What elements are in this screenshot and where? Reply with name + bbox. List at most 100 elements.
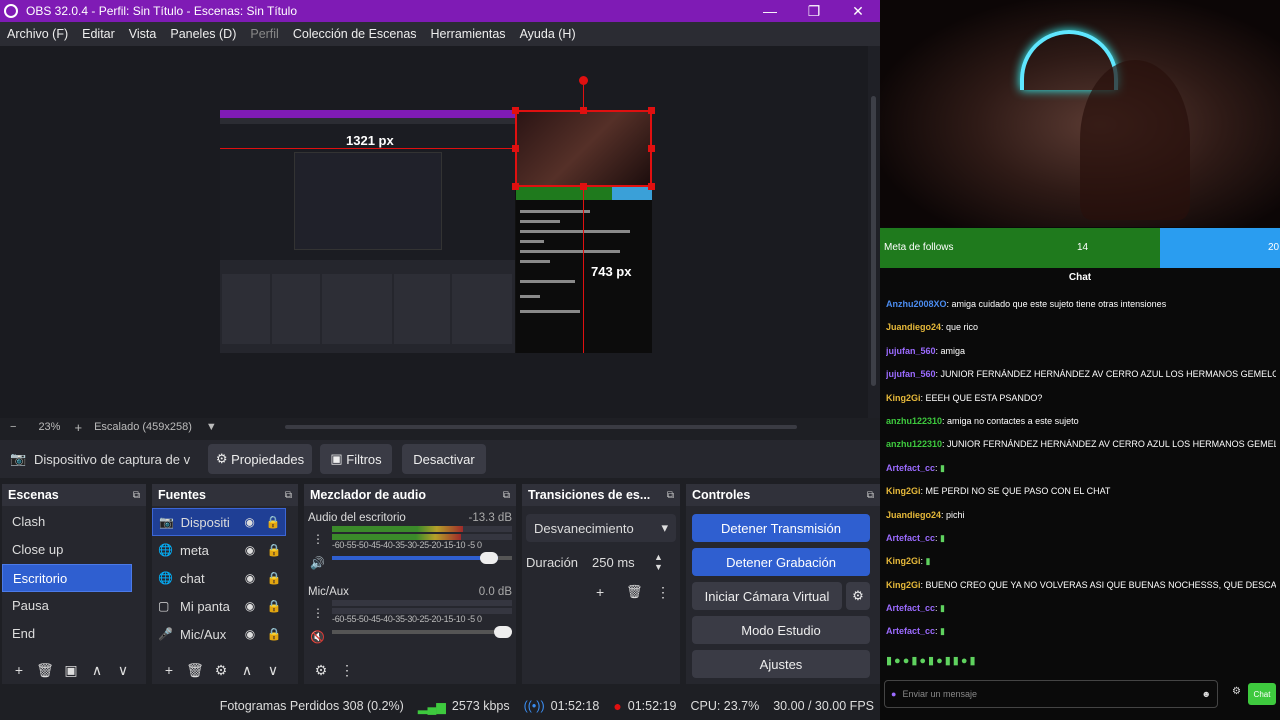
menu-profile[interactable]: Perfil (243, 27, 285, 41)
eye-icon[interactable]: ◉ (238, 543, 262, 557)
volume-slider-knob[interactable] (479, 552, 498, 564)
scale-mode-dropdown-icon[interactable]: ▼ (206, 421, 217, 433)
resize-handle[interactable] (580, 183, 587, 190)
settings-icon[interactable]: ⚙ (1232, 686, 1241, 697)
resize-handle[interactable] (648, 107, 655, 114)
popout-icon[interactable]: ⧉ (667, 490, 674, 501)
duration-spinner-icon[interactable]: ▲ ▼ (654, 552, 663, 572)
duration-input[interactable]: 250 ms (592, 555, 654, 570)
stop-streaming-button[interactable]: Detener Transmisión (692, 514, 870, 542)
source-item[interactable]: 🌐 chat ◉ 🔒 (152, 564, 298, 592)
lock-icon[interactable]: 🔒 (262, 571, 286, 585)
add-transition-icon[interactable]: + (596, 584, 604, 600)
chat-input[interactable]: ● Enviar un mensaje ☻ (884, 680, 1218, 708)
preview-horizontal-scrollbar[interactable] (285, 425, 797, 429)
chat-username[interactable]: anzhu122310 (886, 439, 942, 449)
maximize-button[interactable]: ❐ (792, 3, 836, 20)
volume-slider[interactable] (332, 626, 512, 638)
resize-handle[interactable] (580, 107, 587, 114)
eye-icon[interactable]: ◉ (238, 515, 262, 529)
source-item-selected[interactable]: 📷 Dispositi ◉ 🔒 (152, 508, 286, 536)
trash-icon[interactable]: 🗑 (626, 584, 643, 600)
menu-tools[interactable]: Herramientas (424, 27, 513, 41)
source-item[interactable]: ▢ Mi panta ◉ 🔒 (152, 592, 298, 620)
deactivate-button[interactable]: Desactivar (402, 444, 486, 474)
menu-docks[interactable]: Paneles (D) (163, 27, 243, 41)
speaker-icon[interactable]: 🔊 (310, 556, 325, 570)
lock-icon[interactable]: 🔒 (262, 627, 286, 641)
selection-box[interactable] (515, 110, 652, 187)
properties-button[interactable]: ⚙ Propiedades (208, 444, 312, 474)
more-options-icon[interactable]: ⋮ (656, 584, 670, 601)
advanced-audio-icon[interactable]: ⚙ (308, 662, 334, 679)
more-options-icon[interactable]: ⋮ (312, 606, 324, 620)
resize-handle[interactable] (648, 145, 655, 152)
scene-item[interactable]: Close up (2, 536, 146, 564)
chat-username[interactable]: Artefact_cc (886, 463, 935, 473)
muted-speaker-icon[interactable]: 🔇 (310, 630, 325, 644)
menu-help[interactable]: Ayuda (H) (513, 27, 583, 41)
chat-username[interactable]: Artefact_cc (886, 626, 935, 636)
source-item[interactable]: 🌐 meta ◉ 🔒 (152, 536, 298, 564)
lock-icon[interactable]: 🔒 (261, 515, 285, 529)
add-scene-icon[interactable]: + (6, 662, 32, 678)
resize-handle[interactable] (648, 183, 655, 190)
scrollbar-thumb[interactable] (871, 96, 876, 386)
chat-username[interactable]: Juandiego24 (886, 510, 941, 520)
zoom-out-button[interactable]: − (10, 421, 16, 433)
gear-icon[interactable]: ⚙ (846, 582, 870, 610)
menu-scene-collection[interactable]: Colección de Escenas (286, 27, 424, 41)
eye-icon[interactable]: ◉ (238, 571, 262, 585)
scene-item[interactable]: Pausa (2, 592, 146, 620)
chat-username[interactable]: jujufan_560 (886, 369, 936, 379)
move-down-icon[interactable]: ∨ (110, 662, 136, 679)
emote-picker-icon[interactable]: ☻ (1202, 689, 1211, 699)
scene-item[interactable]: End (2, 620, 146, 648)
chat-username[interactable]: Anzhu2008XO (886, 299, 947, 309)
add-source-icon[interactable]: + (156, 662, 182, 678)
stop-recording-button[interactable]: Detener Grabación (692, 548, 870, 576)
chat-username[interactable]: King2Gi (886, 486, 921, 496)
chat-username[interactable]: jujufan_560 (886, 346, 936, 356)
gear-icon[interactable]: ⚙ (208, 662, 234, 679)
popout-icon[interactable]: ⧉ (133, 490, 140, 501)
move-up-icon[interactable]: ∧ (234, 662, 260, 679)
rotation-handle[interactable] (579, 76, 588, 85)
studio-mode-button[interactable]: Modo Estudio (692, 616, 870, 644)
trash-icon[interactable]: 🗑 (32, 662, 58, 679)
scene-item[interactable]: Clash (2, 508, 146, 536)
close-button[interactable]: ✕ (836, 3, 880, 20)
menu-edit[interactable]: Editar (75, 27, 122, 41)
chat-username[interactable]: Juandiego24 (886, 322, 941, 332)
volume-slider[interactable] (332, 552, 512, 564)
trash-icon[interactable]: 🗑 (182, 662, 208, 679)
menu-view[interactable]: Vista (122, 27, 164, 41)
resize-handle[interactable] (512, 107, 519, 114)
move-up-icon[interactable]: ∧ (84, 662, 110, 679)
filters-button[interactable]: ▣ Filtros (320, 444, 392, 474)
resize-handle[interactable] (512, 145, 519, 152)
more-options-icon[interactable]: ⋮ (334, 662, 360, 679)
eye-icon[interactable]: ◉ (238, 599, 262, 613)
eye-icon[interactable]: ◉ (238, 627, 262, 641)
minimize-button[interactable]: — (748, 3, 792, 19)
popout-icon[interactable]: ⧉ (867, 490, 874, 501)
volume-slider-knob[interactable] (494, 626, 512, 638)
preview-vertical-scrollbar[interactable] (868, 46, 880, 418)
zoom-in-button[interactable]: + (74, 420, 82, 435)
lock-icon[interactable]: 🔒 (262, 543, 286, 557)
menu-file[interactable]: Archivo (F) (0, 27, 75, 41)
chat-send-button[interactable]: Chat (1248, 683, 1276, 705)
settings-button[interactable]: Ajustes (692, 650, 870, 678)
chat-username[interactable]: Artefact_cc (886, 603, 935, 613)
chat-username[interactable]: King2Gi (886, 393, 921, 403)
source-item[interactable]: 🎤 Mic/Aux ◉ 🔒 (152, 620, 298, 648)
resize-handle[interactable] (512, 183, 519, 190)
move-down-icon[interactable]: ∨ (260, 662, 286, 679)
chat-username[interactable]: anzhu122310 (886, 416, 942, 426)
lock-icon[interactable]: 🔒 (262, 599, 286, 613)
filter-icon[interactable]: ▣ (58, 662, 84, 679)
transition-select[interactable]: Desvanecimiento ▾ (526, 514, 676, 542)
chat-username[interactable]: King2Gi (886, 580, 921, 590)
scene-item-selected[interactable]: Escritorio (2, 564, 132, 592)
